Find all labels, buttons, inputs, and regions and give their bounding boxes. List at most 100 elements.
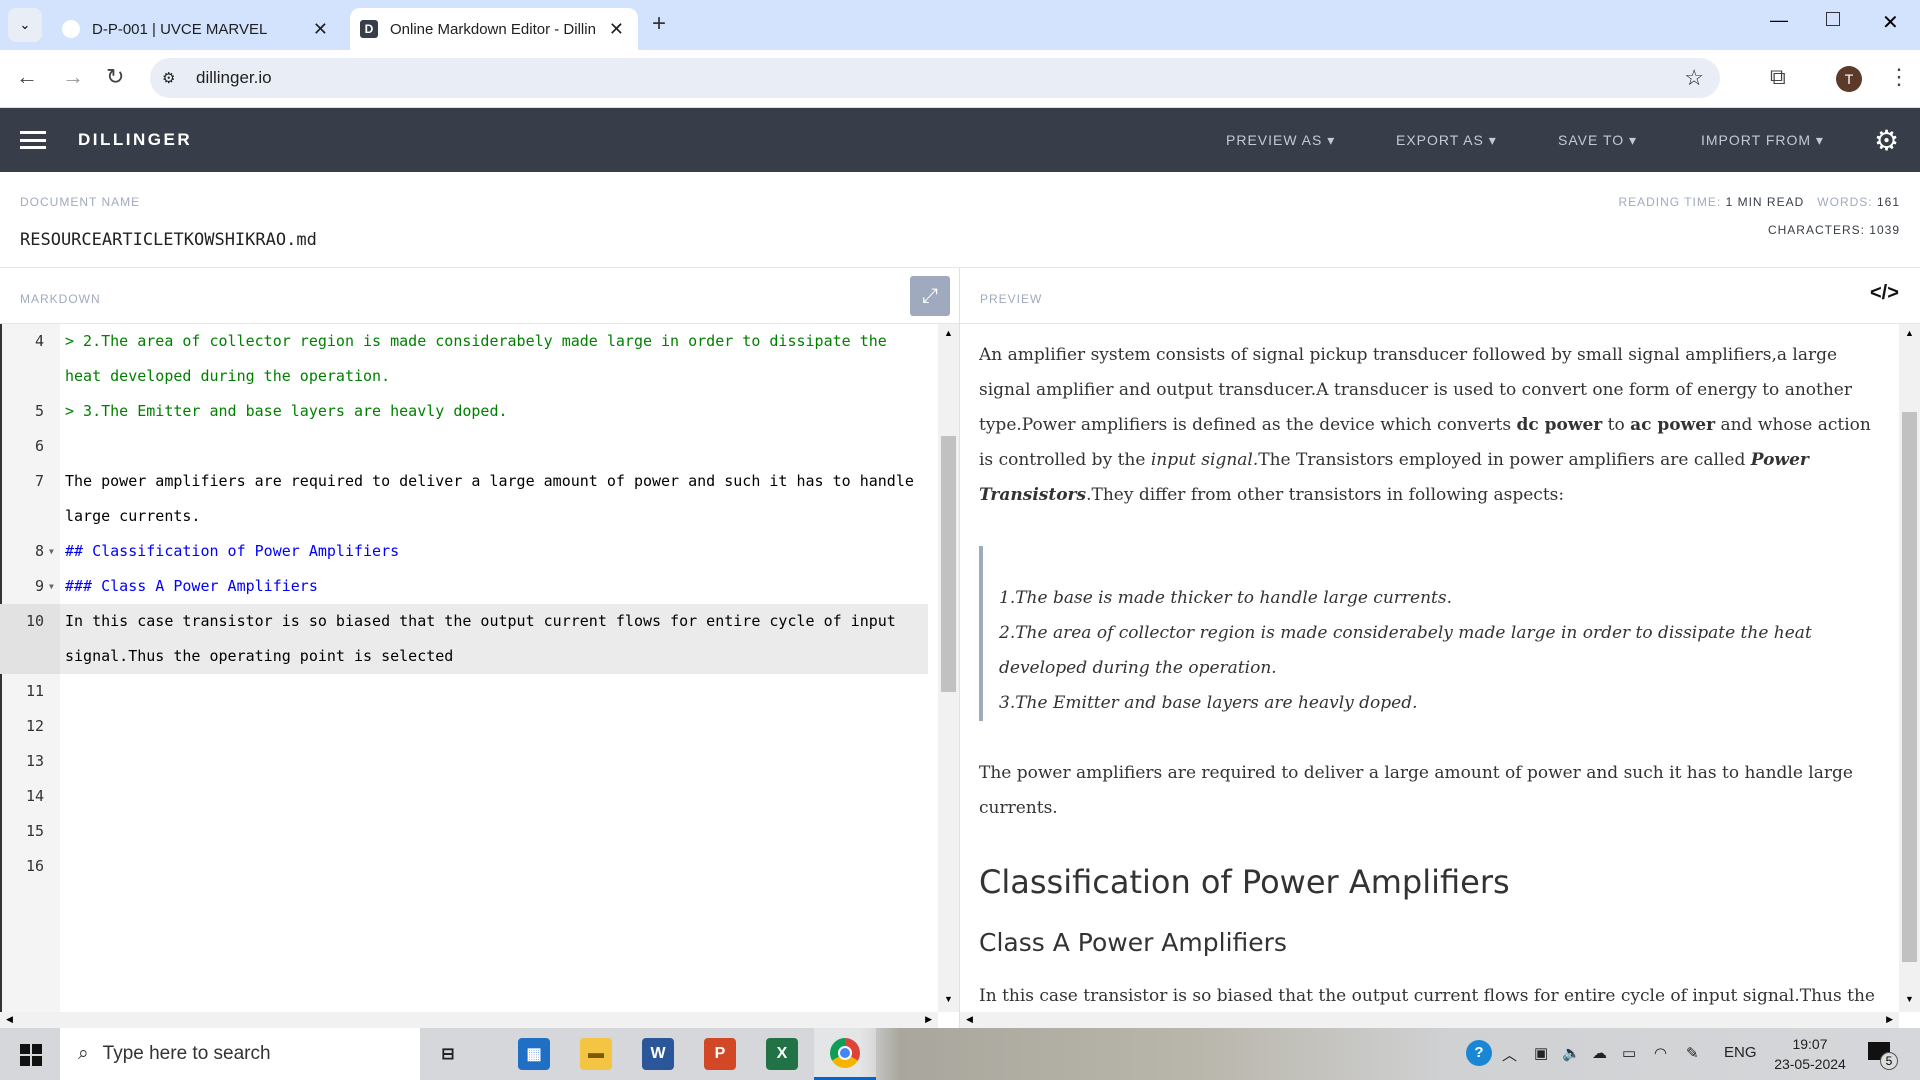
heading-classification: Classification of Power Amplifiers — [979, 863, 1510, 901]
clock[interactable]: 19:07 23-05-2024 — [1770, 1034, 1850, 1074]
line-text: In this case transistor is so biased tha… — [65, 612, 905, 665]
editor-line[interactable]: 13 — [0, 744, 928, 779]
tab-dillinger[interactable]: D Online Markdown Editor - Dillin ✕ — [350, 8, 638, 50]
toggle-html-code-icon[interactable]: </> — [1870, 282, 1899, 305]
reading-time-value: 1 MIN READ — [1725, 195, 1805, 209]
line-text — [60, 849, 928, 884]
extensions-icon[interactable]: ⧉ — [1770, 64, 1786, 90]
word-icon[interactable]: W — [642, 1038, 674, 1070]
line-number: 5 — [34, 402, 44, 420]
site-info-icon[interactable]: ⚙ — [162, 69, 175, 87]
line-text — [60, 709, 928, 744]
camera-icon[interactable]: ▣ — [1534, 1044, 1548, 1062]
hamburger-menu-icon[interactable] — [20, 131, 46, 149]
line-number: 13 — [25, 752, 44, 770]
chrome-icon[interactable] — [814, 1028, 876, 1080]
editor-line[interactable]: 10 In this case transistor is so biased t… — [0, 604, 928, 674]
editor-horizontal-scrollbar[interactable]: ◀ ▶ — [0, 1012, 938, 1028]
help-icon[interactable]: ? — [1466, 1040, 1492, 1066]
url-field[interactable]: ⚙ dillinger.io ☆ — [150, 58, 1720, 98]
pen-icon[interactable]: ✎ — [1686, 1044, 1699, 1062]
restore-button[interactable] — [1826, 12, 1840, 26]
windows-start-icon[interactable] — [20, 1044, 42, 1066]
editor-line[interactable]: 11 — [0, 674, 928, 709]
import-from-menu[interactable]: IMPORT FROM ▾ — [1701, 132, 1824, 149]
fold-arrow-icon[interactable]: ▼ — [49, 534, 54, 569]
excel-icon[interactable]: X — [766, 1038, 798, 1070]
line-text: > 2.The area of collector region is made… — [65, 332, 896, 385]
reading-time-label: READING TIME: — [1618, 195, 1722, 209]
editor-scroll-thumb[interactable] — [941, 436, 956, 692]
line-text — [60, 674, 928, 709]
taskbar-search-box[interactable]: ⌕ Type here to search — [60, 1028, 420, 1080]
task-view-icon[interactable]: ⊟ — [432, 1038, 464, 1070]
close-tab-icon[interactable]: ✕ — [609, 19, 624, 40]
preview-vertical-scrollbar[interactable]: ▲ ▼ — [1899, 324, 1920, 1012]
editor-line[interactable]: 15 — [0, 814, 928, 849]
search-icon: ⌕ — [78, 1043, 89, 1064]
preview-horizontal-scrollbar[interactable]: ◀ ▶ — [960, 1012, 1899, 1028]
editor-line[interactable]: 6 — [0, 429, 928, 464]
clock-date: 23-05-2024 — [1774, 1056, 1846, 1072]
export-as-menu[interactable]: EXPORT AS ▾ — [1396, 132, 1497, 149]
save-to-menu[interactable]: SAVE TO ▾ — [1558, 132, 1637, 149]
pane-divider[interactable] — [959, 268, 960, 1028]
editor-line[interactable]: 8 ▼ ## Classification of Power Amplifiers — [0, 534, 928, 569]
characters-value: 1039 — [1869, 223, 1900, 237]
back-icon[interactable]: ← — [16, 64, 38, 90]
editor-line[interactable]: 4 > 2.The area of collector region is mad… — [0, 324, 928, 394]
close-window-button[interactable]: ✕ — [1882, 10, 1899, 35]
words-label: WORDS: — [1817, 195, 1873, 209]
profile-avatar[interactable]: T — [1836, 66, 1862, 92]
language-indicator[interactable]: ENG — [1724, 1044, 1757, 1061]
fold-arrow-icon[interactable]: ▼ — [49, 569, 54, 604]
line-text: ### Class A Power Amplifiers — [65, 577, 318, 595]
line-text: ## Classification of Power Amplifiers — [65, 542, 400, 560]
battery-icon[interactable]: ▭ — [1622, 1044, 1636, 1062]
forward-icon[interactable]: → — [62, 64, 84, 90]
quote-line: 3.The Emitter and base layers are heavly… — [999, 693, 1418, 713]
editor-line[interactable]: 9 ▼ ### Class A Power Amplifiers — [0, 569, 928, 604]
line-text — [60, 814, 928, 849]
editor-line[interactable]: 12 — [0, 709, 928, 744]
paragraph: The power amplifiers are required to del… — [979, 763, 1853, 818]
pane-headers: MARKDOWN ⤢ PREVIEW </> — [0, 268, 1920, 324]
line-text — [60, 429, 928, 464]
document-name-label: DOCUMENT NAME — [20, 195, 141, 209]
document-name-input[interactable]: RESOURCEARTICLETKOWSHIKRAO.md — [20, 230, 317, 250]
preview-as-menu[interactable]: PREVIEW AS ▾ — [1226, 132, 1335, 149]
editor-vertical-scrollbar[interactable]: ▲ ▼ — [938, 324, 959, 1012]
file-explorer-icon[interactable]: ▬ — [580, 1038, 612, 1070]
aspects-blockquote: 1.The base is made thicker to handle lar… — [979, 546, 1889, 721]
wifi-icon[interactable]: ◠ — [1654, 1044, 1667, 1062]
line-number: 15 — [25, 822, 44, 840]
line-text — [60, 779, 928, 814]
powerpoint-icon[interactable]: P — [704, 1038, 736, 1070]
volume-icon[interactable]: 🔈 — [1562, 1044, 1581, 1062]
editor-line[interactable]: 5 > 3.The Emitter and base layers are hea… — [0, 394, 928, 429]
editor-line[interactable]: 14 — [0, 779, 928, 814]
brand-logo: DILLINGER — [78, 130, 193, 149]
line-number: 14 — [25, 787, 44, 805]
microsoft-store-icon[interactable]: ▦ — [518, 1038, 550, 1070]
preview-scroll-thumb[interactable] — [1902, 412, 1917, 962]
show-hidden-icons[interactable]: ︿ — [1502, 1044, 1517, 1065]
tab-search-button[interactable]: ⌄ — [8, 8, 42, 42]
preview-pane: An amplifier system consists of signal p… — [979, 338, 1889, 1012]
expand-editor-icon[interactable]: ⤢ — [910, 276, 950, 316]
tab-uvce-marvel[interactable]: D-P-001 | UVCE MARVEL ✕ — [52, 8, 342, 50]
reload-icon[interactable]: ↻ — [106, 64, 124, 90]
browser-menu-icon[interactable]: ⋮ — [1888, 64, 1910, 90]
editor-line[interactable]: 7 The power amplifiers are required to de… — [0, 464, 928, 534]
search-placeholder: Type here to search — [102, 1043, 271, 1064]
browser-tab-bar: ⌄ D-P-001 | UVCE MARVEL ✕ D Online Markd… — [0, 0, 1920, 50]
editor-line[interactable]: 16 — [0, 849, 928, 884]
close-tab-icon[interactable]: ✕ — [313, 19, 328, 40]
bookmark-star-icon[interactable]: ☆ — [1684, 65, 1704, 91]
settings-gear-icon[interactable]: ⚙ — [1874, 124, 1899, 157]
markdown-editor[interactable]: 4 > 2.The area of collector region is mad… — [0, 324, 938, 1012]
onedrive-icon[interactable]: ☁ — [1592, 1044, 1607, 1062]
minimize-button[interactable]: — — [1770, 10, 1788, 31]
new-tab-button[interactable]: + — [652, 10, 666, 38]
tab-title: Online Markdown Editor - Dillin — [390, 20, 596, 38]
